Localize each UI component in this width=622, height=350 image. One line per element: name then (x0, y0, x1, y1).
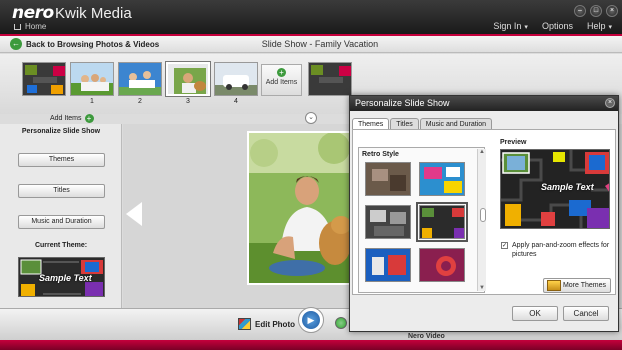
theme-thumbnail[interactable] (419, 248, 465, 282)
dialog-title: Personalize Slide Show (350, 96, 618, 111)
plus-icon: + (84, 114, 94, 123)
scroll-up-icon[interactable]: ▲ (479, 149, 485, 155)
nero-logo: nero (12, 3, 54, 23)
app-window: nero Kwik Media Home – □ × Sign In ▾ Opti… (0, 0, 622, 350)
filmstrip-frame-1[interactable] (70, 62, 114, 96)
theme-thumbnail[interactable] (365, 162, 411, 196)
main-photo (247, 131, 357, 285)
frame-number: 4 (234, 98, 238, 105)
music-duration-button[interactable]: Music and Duration (18, 215, 105, 229)
filmstrip-frame-4[interactable] (214, 62, 258, 96)
back-label: Back to Browsing Photos & Videos (26, 39, 160, 49)
close-icon[interactable]: × (606, 5, 618, 17)
current-theme-label: Current Theme: (34, 242, 88, 249)
minimize-icon[interactable]: – (574, 5, 586, 17)
page-title: Slide Show - Family Vacation (261, 39, 379, 49)
current-theme-thumbnail: Sample Text (18, 257, 105, 297)
more-themes-button[interactable]: More Themes (543, 278, 611, 293)
options-menu[interactable]: Options (542, 21, 573, 31)
more-themes-icon (547, 280, 561, 291)
play-button[interactable]: ▶ (298, 307, 324, 333)
panel-title: Personalize Slide Show (21, 128, 101, 135)
app-name: Kwik Media (55, 5, 132, 22)
close-icon[interactable]: × (605, 98, 615, 108)
chevron-down-icon[interactable]: ⌄ (305, 112, 317, 124)
back-arrow-icon: ← (10, 38, 22, 50)
themes-button[interactable]: Themes (18, 153, 105, 167)
edit-photo-label: Edit Photo (255, 319, 295, 329)
filmstrip-frame-end[interactable] (308, 62, 352, 96)
pan-zoom-checkbox[interactable]: ✓ (501, 242, 508, 249)
titles-button[interactable]: Titles (18, 184, 105, 198)
play-icon: ▶ (302, 311, 320, 329)
preview-label: Preview (500, 139, 527, 146)
previous-arrow-icon[interactable] (126, 202, 142, 226)
nero-video-label: Nero Video (408, 333, 445, 340)
more-themes-label: More Themes (562, 282, 606, 289)
edit-photo-button[interactable]: Edit Photo (238, 318, 295, 330)
add-items-tab-label: Add Items (50, 115, 82, 122)
back-button[interactable]: ← Back to Browsing Photos & Videos (10, 38, 159, 50)
frame-number: 3 (186, 98, 190, 105)
style-group-label: Retro Style (362, 151, 399, 158)
filmstrip-frame-title[interactable] (22, 62, 66, 96)
ok-button[interactable]: OK (512, 306, 558, 321)
add-items-tab[interactable]: Add Items + (50, 114, 94, 123)
nero-video-icon[interactable] (335, 317, 347, 329)
add-items-tile-label: Add Items (265, 79, 298, 86)
frame-number: 1 (90, 98, 94, 105)
frame-number: 2 (138, 98, 142, 105)
add-items-tile[interactable]: + Add Items (261, 64, 302, 96)
footer-strip: Nero Video (0, 333, 622, 350)
maximize-icon[interactable]: □ (590, 5, 602, 17)
theme-list: Retro Style (358, 147, 485, 293)
title-bar: nero Kwik Media Home – □ × Sign In ▾ Opti… (0, 0, 622, 34)
home-label: Home (25, 22, 47, 31)
theme-thumbnail[interactable] (365, 205, 411, 239)
theme-preview: Sample Text (500, 149, 610, 229)
theme-thumbnail[interactable] (365, 248, 411, 282)
help-menu[interactable]: Help ▾ (587, 21, 612, 31)
filmstrip-frame-2[interactable] (118, 62, 162, 96)
left-panel: Personalize Slide Show Themes Titles Mus… (0, 124, 122, 308)
breadcrumb: ← Back to Browsing Photos & Videos Slide… (0, 36, 622, 53)
plus-icon: + (277, 68, 286, 77)
home-icon (14, 23, 21, 30)
sign-in-menu[interactable]: Sign In ▾ (493, 21, 528, 31)
theme-thumbnail[interactable] (419, 162, 465, 196)
filmstrip-frame-3[interactable] (165, 61, 211, 97)
cancel-button[interactable]: Cancel (563, 306, 609, 321)
splitter-handle[interactable] (480, 208, 486, 222)
preview-sample-text: Sample Text (541, 182, 594, 192)
theme-thumbnail-selected[interactable] (416, 202, 468, 242)
home-link[interactable]: Home (14, 22, 46, 31)
scroll-down-icon[interactable]: ▼ (479, 285, 485, 291)
top-nav: Sign In ▾ Options Help ▾ (493, 21, 612, 31)
edit-photo-icon (238, 318, 251, 330)
sample-text: Sample Text (39, 273, 92, 283)
personalize-dialog: Personalize Slide Show × Themes Titles M… (349, 95, 619, 332)
pan-zoom-label: Apply pan-and-zoom effects for pictures (512, 242, 610, 258)
